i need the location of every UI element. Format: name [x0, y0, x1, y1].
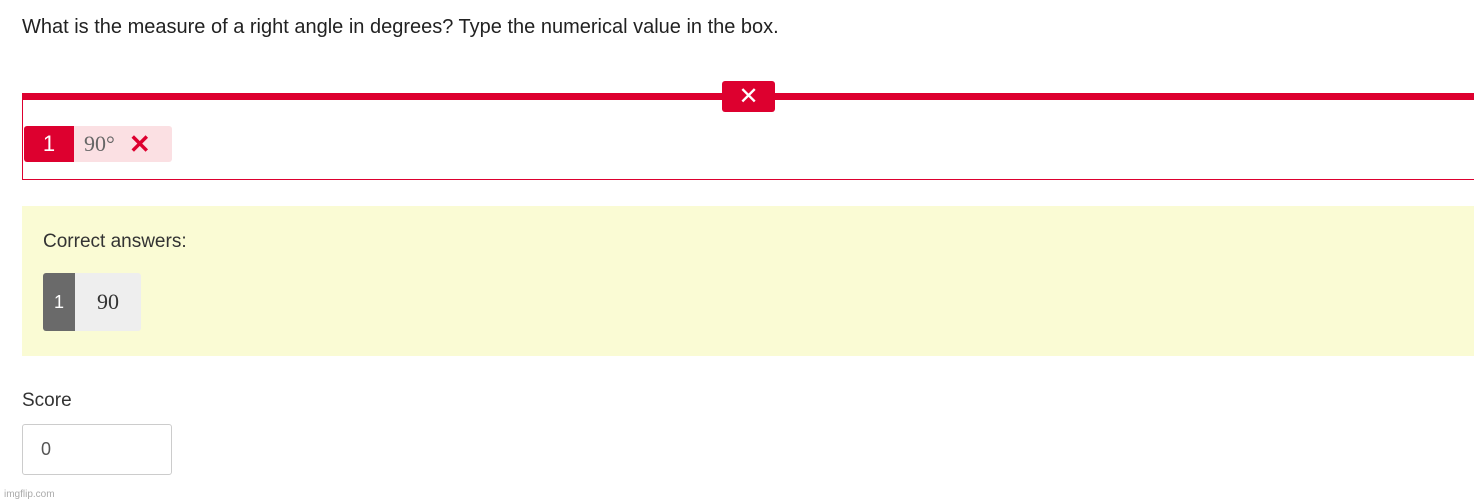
score-input[interactable] [22, 424, 172, 475]
response-index: 1 [24, 126, 74, 162]
correct-answers-panel: Correct answers: 1 90 [22, 206, 1474, 356]
correct-answer-chip: 1 90 [43, 273, 141, 331]
response-answer-chip: 1 90° ✕ [24, 126, 172, 162]
response-value-box: 90° ✕ [74, 126, 172, 162]
incorrect-mark-icon: ✕ [128, 129, 151, 159]
watermark: imgflip.com [4, 489, 55, 500]
incorrect-status-badge: ✕ [722, 81, 775, 112]
response-value: 90° [84, 131, 115, 156]
correct-answer-index: 1 [43, 273, 75, 331]
correct-answer-value: 90 [75, 273, 141, 331]
correct-answers-label: Correct answers: [43, 231, 187, 252]
score-label: Score [22, 390, 72, 411]
close-icon: ✕ [738, 82, 759, 110]
question-text: What is the measure of a right angle in … [22, 16, 779, 38]
